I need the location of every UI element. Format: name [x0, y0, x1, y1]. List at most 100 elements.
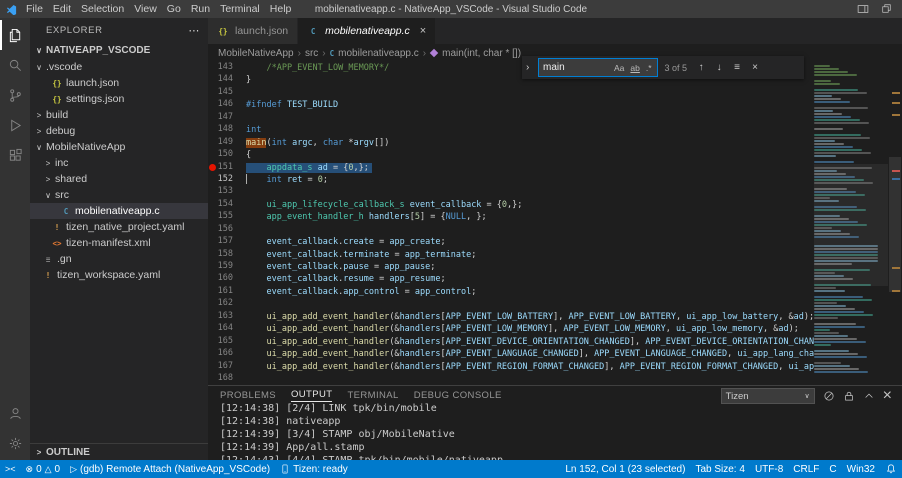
minimap-slider[interactable] [814, 164, 888, 286]
code-line[interactable]: int ret = 0; [246, 174, 814, 186]
scrollbar[interactable] [888, 62, 902, 386]
code-line[interactable]: ui_app_add_event_handler(&handlers[APP_E… [246, 361, 814, 373]
menu-edit[interactable]: Edit [48, 3, 76, 15]
toggle-layout-icon[interactable] [857, 3, 869, 15]
code-line[interactable]: event_callback.app_control = app_control… [246, 286, 814, 298]
code-line[interactable]: #ifndef TEST_BUILD [246, 99, 814, 111]
tree-folder-src[interactable]: ∨src [30, 187, 208, 203]
whole-word-button[interactable]: ab [627, 63, 642, 73]
code-line[interactable]: ui_app_add_event_handler(&handlers[APP_E… [246, 311, 814, 323]
code-line[interactable]: app_event_handler_h handlers[5] = {NULL,… [246, 211, 814, 223]
find-in-selection-button[interactable]: ≡ [730, 62, 744, 73]
line-number[interactable]: 151 [208, 162, 238, 174]
code-line[interactable]: ui_app_add_event_handler(&handlers[APP_E… [246, 336, 814, 348]
status-utf-8[interactable]: UTF-8 [750, 460, 788, 478]
line-number[interactable]: 148 [208, 124, 238, 136]
code-line[interactable]: { [246, 149, 814, 161]
explorer-view-button[interactable] [0, 20, 30, 50]
status-crlf[interactable]: CRLF [788, 460, 824, 478]
tree-folder-shared[interactable]: >shared [30, 171, 208, 187]
panel-tab-output[interactable]: OUTPUT [291, 389, 332, 402]
tree-folder-mobilenativeapp[interactable]: ∨MobileNativeApp [30, 139, 208, 155]
breakpoint-icon[interactable] [209, 164, 216, 171]
line-number[interactable]: 166 [208, 348, 238, 360]
tree-file-tizen-manifest-xml[interactable]: <>tizen-manifest.xml [30, 235, 208, 251]
code-line[interactable]: event_callback.pause = app_pause; [246, 261, 814, 273]
clear-output-icon[interactable] [823, 390, 835, 402]
code-line[interactable]: event_callback.create = app_create; [246, 236, 814, 248]
lock-scroll-icon[interactable] [843, 390, 855, 402]
accounts-view-button[interactable] [0, 398, 30, 428]
source-control-view-button[interactable] [0, 80, 30, 110]
breadcrumb-item[interactable]: src [305, 48, 318, 59]
line-number[interactable]: 154 [208, 199, 238, 211]
line-number[interactable]: 167 [208, 361, 238, 373]
line-number[interactable]: 149 [208, 137, 238, 149]
tree-file--gn[interactable]: ≡.gn [30, 251, 208, 267]
menu-run[interactable]: Run [186, 3, 215, 15]
code-line[interactable] [246, 87, 814, 99]
line-number[interactable]: 160 [208, 273, 238, 285]
panel-tab-terminal[interactable]: TERMINAL [347, 390, 398, 402]
maximize-panel-icon[interactable] [863, 390, 875, 402]
code-line[interactable]: event_callback.terminate = app_terminate… [246, 249, 814, 261]
line-number[interactable]: 150 [208, 149, 238, 161]
menu-file[interactable]: File [21, 3, 48, 15]
code-line[interactable]: appdata_s ad = {0,}; [246, 162, 814, 174]
outline-section-header[interactable]: > OUTLINE [30, 443, 208, 460]
find-previous-button[interactable]: ↑ [694, 62, 708, 73]
code-line[interactable] [246, 224, 814, 236]
search-view-button[interactable] [0, 50, 30, 80]
breadcrumb-item[interactable]: mobilenativeapp.c [338, 48, 419, 59]
remote-indicator[interactable]: >< [0, 460, 21, 478]
status-ln-152-col-1-23-selected-[interactable]: Ln 152, Col 1 (23 selected) [560, 460, 690, 478]
line-number[interactable]: 157 [208, 236, 238, 248]
tree-folder-inc[interactable]: >inc [30, 155, 208, 171]
toggle-replace-icon[interactable]: › [526, 62, 534, 73]
code-line[interactable]: ui_app_lifecycle_callback_s event_callba… [246, 199, 814, 211]
code-line[interactable]: ui_app_add_event_handler(&handlers[APP_E… [246, 323, 814, 335]
line-number[interactable]: 168 [208, 373, 238, 385]
line-number[interactable]: 145 [208, 87, 238, 99]
menu-selection[interactable]: Selection [76, 3, 129, 15]
code-line[interactable]: main(int argc, char *argv[]) [246, 137, 814, 149]
tree-file-settings-json[interactable]: {}settings.json [30, 91, 208, 107]
panel-tab-problems[interactable]: PROBLEMS [220, 390, 276, 402]
find-input[interactable] [541, 61, 611, 74]
output-log[interactable]: [12:14:38] [2/4] LINK tpk/bin/mobile[12:… [220, 402, 898, 460]
line-number[interactable]: 163 [208, 311, 238, 323]
line-number[interactable]: 158 [208, 249, 238, 261]
status-c[interactable]: C [824, 460, 841, 478]
restore-window-icon[interactable] [881, 3, 892, 15]
line-number[interactable]: 162 [208, 298, 238, 310]
tab-launch-json[interactable]: {}launch.json [208, 18, 298, 44]
line-number[interactable]: 155 [208, 211, 238, 223]
code-line[interactable] [246, 373, 814, 385]
line-number[interactable]: 161 [208, 286, 238, 298]
problems-status[interactable]: ⊗ 0 △ 0 [21, 460, 66, 478]
line-number[interactable]: 143 [208, 62, 238, 74]
line-number[interactable]: 152 [208, 174, 238, 186]
code-line[interactable] [246, 186, 814, 198]
match-case-button[interactable]: Aa [611, 63, 627, 73]
panel-tab-debug-console[interactable]: DEBUG CONSOLE [414, 390, 502, 402]
menu-go[interactable]: Go [162, 3, 186, 15]
settings-view-button[interactable] [0, 428, 30, 458]
close-find-button[interactable]: × [748, 62, 762, 73]
debug-status[interactable]: ▷ (gdb) Remote Attach (NativeApp_VSCode) [65, 460, 275, 478]
line-number[interactable]: 147 [208, 112, 238, 124]
tree-folder-build[interactable]: >build [30, 107, 208, 123]
more-actions-icon[interactable]: ⋯ [188, 24, 200, 37]
run-debug-view-button[interactable] [0, 110, 30, 140]
line-number[interactable]: 165 [208, 336, 238, 348]
extensions-view-button[interactable] [0, 140, 30, 170]
code-line[interactable]: event_callback.resume = app_resume; [246, 273, 814, 285]
tizen-status[interactable]: Tizen: ready [275, 460, 353, 478]
code-line[interactable]: int [246, 124, 814, 136]
notifications-bell-icon[interactable] [880, 460, 902, 478]
close-tab-icon[interactable]: × [420, 25, 426, 37]
line-number[interactable]: 164 [208, 323, 238, 335]
tree-file-tizen-workspace-yaml[interactable]: !tizen_workspace.yaml [30, 267, 208, 283]
tab-mobilenativeapp-c[interactable]: Cmobilenativeapp.c× [298, 18, 436, 44]
code-line[interactable] [246, 112, 814, 124]
